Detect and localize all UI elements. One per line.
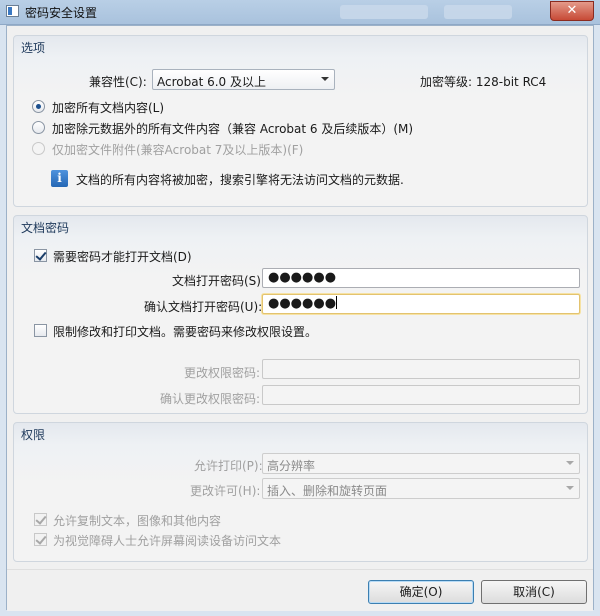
confirm-perm-password-input (262, 385, 580, 405)
compat-select[interactable]: Acrobat 6.0 及以上 (152, 69, 335, 90)
close-icon: ✕ (566, 3, 578, 18)
change-permission-label: 更改许可(H): (190, 484, 261, 498)
checkbox-label[interactable]: 需要密码才能打开文档(D) (53, 248, 192, 265)
info-icon: i (51, 170, 68, 187)
checkbox[interactable] (34, 249, 47, 262)
checkbox[interactable] (34, 324, 47, 337)
dialog: 选项 兼容性(C): Acrobat 6.0 及以上 加密等级: 128-bit… (6, 25, 594, 611)
radio-button (32, 142, 45, 155)
window-icon (6, 5, 19, 17)
confirm-perm-password-label: 确认更改权限密码: (160, 392, 261, 406)
chevron-down-icon (566, 486, 574, 490)
perm-password-label: 更改权限密码: (184, 366, 261, 380)
confirm-password-label: 确认文档打开密码(U): (144, 300, 263, 314)
checkbox-label: 为视觉障碍人士允许屏幕阅读设备访问文本 (53, 534, 282, 548)
close-button[interactable]: ✕ (550, 1, 594, 21)
checkbox (34, 533, 47, 546)
checkbox (34, 513, 47, 526)
permissions-group-title: 权限 (21, 428, 46, 442)
allow-print-select: 高分辨率 (262, 453, 580, 474)
confirm-password-input[interactable]: ●●●●●● (262, 294, 580, 314)
background-taskbar-blur (340, 5, 428, 19)
confirm-password-value: ●●●●●● (268, 295, 338, 313)
radio-button[interactable] (32, 100, 45, 113)
change-permission-value: 插入、删除和旋转页面 (267, 484, 388, 498)
allow-print-label: 允许打印(P): (194, 459, 263, 473)
ok-button[interactable]: 确定(O) (368, 580, 474, 604)
checkbox-label: 允许复制文本，图像和其他内容 (53, 514, 222, 528)
button-bar: 确定(O) 取消(C) (7, 569, 593, 611)
open-password-value: ●●●●●● (268, 270, 337, 285)
open-password-label: 文档打开密码(S): (172, 274, 266, 288)
cancel-button[interactable]: 取消(C) (481, 580, 587, 604)
encryption-level: 加密等级: 128-bit RC4 (420, 75, 547, 89)
open-password-input[interactable]: ●●●●●● (262, 268, 580, 288)
text-caret (336, 296, 338, 309)
doc-password-group-title: 文档密码 (21, 221, 70, 235)
doc-password-group: 文档密码 需要密码才能打开文档(D) 文档打开密码(S): ●●●●●● 确认文… (13, 215, 588, 414)
radio-label[interactable]: 加密除元数据外的所有文件内容（兼容 Acrobat 6 及后续版本）(M) (52, 120, 413, 137)
chevron-down-icon (566, 461, 574, 465)
compat-select-value: Acrobat 6.0 及以上 (157, 75, 266, 89)
chevron-down-icon (321, 77, 329, 81)
window-title: 密码安全设置 (25, 6, 98, 20)
compat-label: 兼容性(C): (89, 75, 147, 89)
options-group: 选项 兼容性(C): Acrobat 6.0 及以上 加密等级: 128-bit… (13, 35, 588, 207)
allow-print-value: 高分辨率 (267, 459, 316, 473)
radio-label[interactable]: 加密所有文档内容(L) (52, 99, 164, 116)
confirm-password-dots: ●●●●●● (268, 296, 337, 311)
radio-button[interactable] (32, 121, 45, 134)
background-taskbar-blur (444, 5, 512, 19)
checkbox-label[interactable]: 限制修改和打印文档。需要密码来修改权限设置。 (53, 323, 317, 340)
info-text: 文档的所有内容将被加密，搜索引擎将无法访问文档的元数据. (76, 173, 404, 187)
change-permission-select: 插入、删除和旋转页面 (262, 478, 580, 499)
options-group-title: 选项 (21, 41, 46, 55)
perm-password-input (262, 359, 580, 379)
title-bar: 密码安全设置 ✕ (0, 0, 600, 25)
permissions-group: 权限 允许打印(P): 高分辨率 更改许可(H): 插入、删除和旋转页面 允许复… (13, 422, 588, 562)
radio-label: 仅加密文件附件(兼容Acrobat 7及以上版本)(F) (52, 143, 304, 157)
